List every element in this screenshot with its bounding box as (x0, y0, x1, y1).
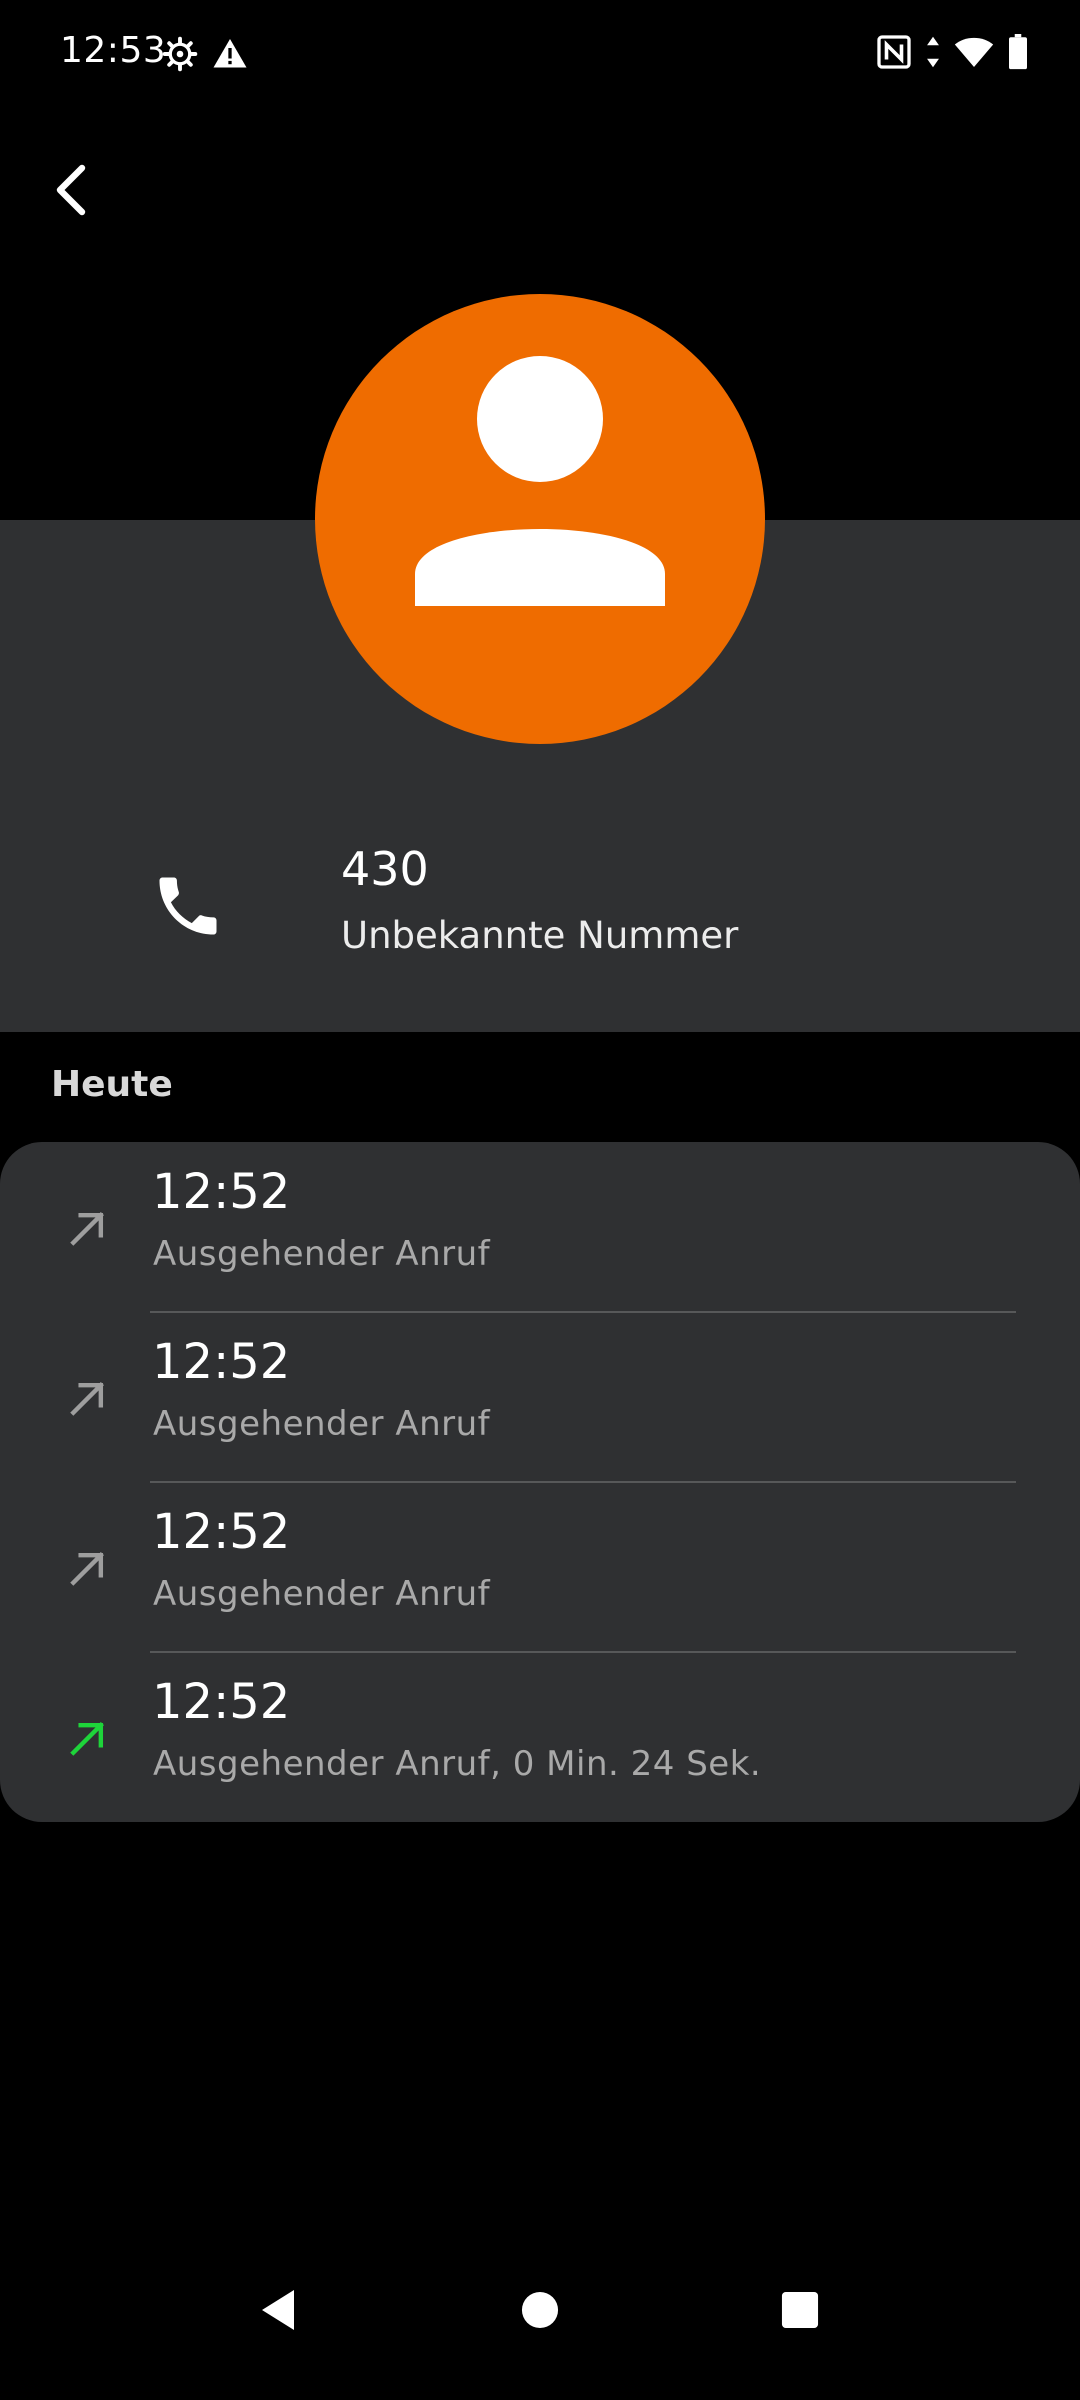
nav-home-button[interactable] (500, 2270, 580, 2350)
system-navigation-bar (0, 2270, 1080, 2400)
call-description: Ausgehender Anruf (153, 1234, 491, 1274)
outgoing-arrow-icon (70, 1722, 104, 1756)
call-history-list: 12:52 Ausgehender Anruf 12:52 Ausgehende… (0, 1142, 1080, 1822)
call-time: 12:52 (152, 1164, 291, 1220)
settings-gear-icon (162, 36, 198, 72)
call-description: Ausgehender Anruf, 0 Min. 24 Sek. (153, 1744, 762, 1784)
contact-number-row[interactable]: 430 Unbekannte Nummer (0, 840, 1080, 990)
warning-icon (213, 39, 247, 68)
wifi-icon (954, 37, 994, 67)
recents-square-icon (781, 2291, 819, 2329)
call-time: 12:52 (152, 1504, 291, 1560)
contact-number: 430 (341, 842, 429, 896)
outgoing-arrow-icon (70, 1382, 104, 1416)
outgoing-arrow-icon (70, 1552, 104, 1586)
back-button[interactable] (40, 150, 100, 230)
nfc-icon (877, 35, 911, 69)
outgoing-arrow-icon (70, 1212, 104, 1246)
status-left-icons (162, 36, 248, 72)
contact-number-label: Unbekannte Nummer (341, 914, 739, 957)
call-time: 12:52 (152, 1334, 291, 1390)
call-history-item[interactable]: 12:52 Ausgehender Anruf (0, 1142, 1080, 1312)
home-circle-icon (521, 2291, 559, 2329)
status-time: 12:53 (60, 30, 167, 71)
back-triangle-icon (262, 2290, 294, 2330)
battery-icon (1009, 34, 1027, 70)
call-history-item[interactable]: 12:52 Ausgehender Anruf (0, 1482, 1080, 1652)
call-description: Ausgehender Anruf (153, 1574, 491, 1614)
call-history-item[interactable]: 12:52 Ausgehender Anruf (0, 1312, 1080, 1482)
status-bar: 12:53 (0, 0, 1080, 110)
data-arrows-icon (927, 36, 939, 68)
phone-icon (159, 877, 217, 935)
status-right-icons (876, 34, 1028, 70)
call-description: Ausgehender Anruf (153, 1404, 491, 1444)
contact-avatar[interactable] (315, 294, 765, 744)
section-label-today: Heute (51, 1064, 173, 1105)
nav-recents-button[interactable] (760, 2270, 840, 2350)
nav-back-button[interactable] (238, 2270, 318, 2350)
person-icon (415, 356, 665, 606)
call-history-item[interactable]: 12:52 Ausgehender Anruf, 0 Min. 24 Sek. (0, 1652, 1080, 1822)
chevron-left-icon (56, 164, 86, 216)
call-time: 12:52 (152, 1674, 291, 1730)
